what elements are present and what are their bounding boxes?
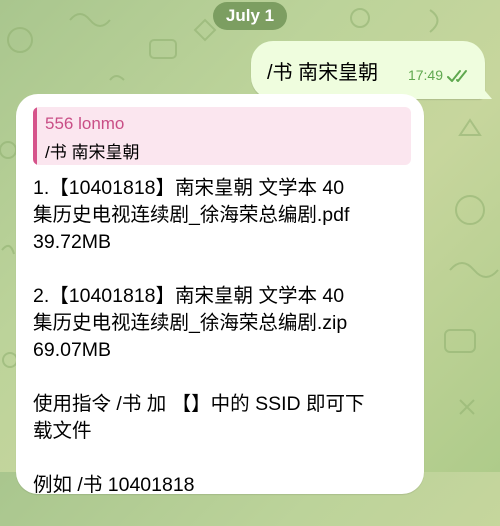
message-body: 1.【10401818】南宋皇朝 文学本 40 集历史电视连续剧_徐海荣总编剧.… <box>33 175 418 526</box>
reply-quoted-text: /书 南宋皇朝 <box>45 143 140 162</box>
message-time: 17:49 <box>407 67 443 83</box>
outgoing-message-text: /书 南宋皇朝 <box>267 62 379 84</box>
double-check-icon <box>447 70 467 82</box>
message-paragraph-instructions: 使用指令 /书 加 【】中的 SSID 即可下 载文件 <box>33 393 365 442</box>
reply-author: 556 lonmo <box>45 114 125 133</box>
message-paragraph-example: 例如 /书 10401818 <box>33 474 195 496</box>
message-paragraph-file-2: 2.【10401818】南宋皇朝 文学本 40 集历史电视连续剧_徐海荣总编剧.… <box>33 285 348 361</box>
reply-quote[interactable]: 556 lonmo /书 南宋皇朝 <box>33 107 411 165</box>
outgoing-message-bubble[interactable]: /书 南宋皇朝 17:49 <box>251 41 492 99</box>
bubble-tail <box>480 85 492 99</box>
message-paragraph-file-1: 1.【10401818】南宋皇朝 文学本 40 集历史电视连续剧_徐海荣总编剧.… <box>33 177 350 253</box>
date-divider: July 1 <box>213 2 287 30</box>
incoming-message-bubble[interactable]: 556 lonmo /书 南宋皇朝 1.【10401818】南宋皇朝 文学本 4… <box>16 94 424 496</box>
reply-accent-bar <box>33 107 37 165</box>
